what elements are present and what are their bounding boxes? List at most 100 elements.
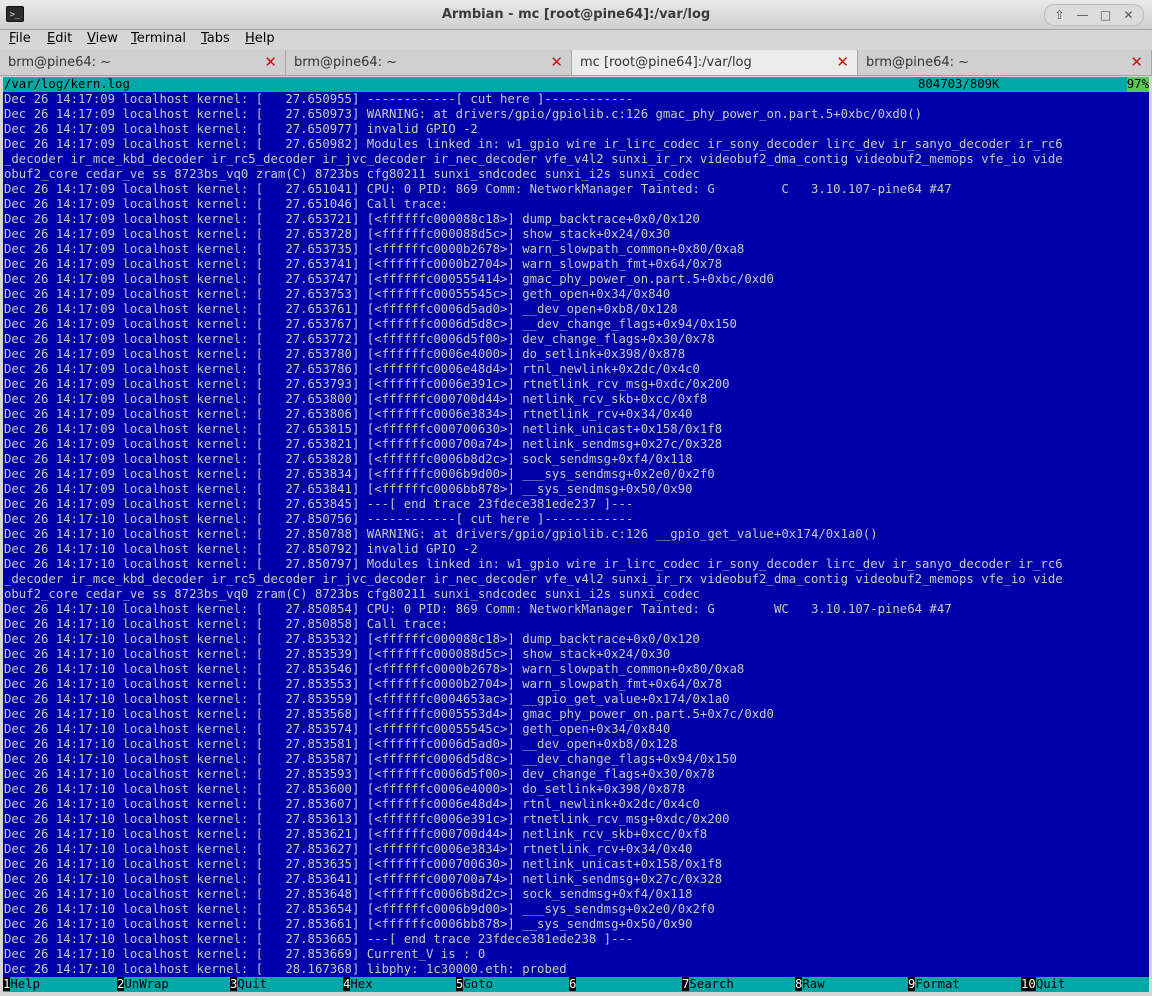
log-line: Dec 26 14:17:10 localhost kernel: [ 27.8… (4, 797, 700, 811)
log-line: Dec 26 14:17:09 localhost kernel: [ 27.6… (4, 272, 774, 286)
fkey-label: Hex (350, 977, 373, 991)
fkey-5[interactable]: 5Goto (456, 977, 569, 992)
fkey-label: Quit (1035, 977, 1066, 991)
tab-close-icon[interactable]: ✕ (264, 53, 277, 71)
log-line: Dec 26 14:17:10 localhost kernel: [ 27.8… (4, 932, 634, 946)
minimize-icon[interactable]: — (1072, 5, 1093, 25)
log-line: obuf2_core cedar_ve ss 8723bs_vq0 zram(C… (4, 167, 700, 181)
log-line: Dec 26 14:17:10 localhost kernel: [ 28.1… (4, 962, 567, 976)
log-line: Dec 26 14:17:09 localhost kernel: [ 27.6… (4, 332, 715, 346)
log-line: Dec 26 14:17:10 localhost kernel: [ 27.8… (4, 542, 478, 556)
menubar: File Edit View Terminal Tabs Help (0, 30, 1152, 50)
fkey-9[interactable]: 9Format (908, 977, 1021, 992)
menu-view[interactable]: View (87, 31, 118, 46)
log-line: Dec 26 14:17:09 localhost kernel: [ 27.6… (4, 317, 737, 331)
menu-help[interactable]: Help (245, 31, 275, 46)
fkey-7[interactable]: 7Search (682, 977, 795, 992)
log-line: Dec 26 14:17:10 localhost kernel: [ 27.8… (4, 527, 878, 541)
log-line: Dec 26 14:17:10 localhost kernel: [ 27.8… (4, 737, 678, 751)
log-line: Dec 26 14:17:10 localhost kernel: [ 27.8… (4, 602, 952, 616)
log-line: Dec 26 14:17:10 localhost kernel: [ 27.8… (4, 827, 708, 841)
log-line: Dec 26 14:17:09 localhost kernel: [ 27.6… (4, 362, 700, 376)
log-line: Dec 26 14:17:09 localhost kernel: [ 27.6… (4, 122, 478, 136)
fkey-number: 6 (569, 977, 577, 991)
tab-close-icon[interactable]: ✕ (1130, 53, 1143, 71)
fkey-label: Search (689, 977, 734, 991)
file-percent: 97% (1126, 77, 1149, 92)
scroll-up-icon[interactable]: ⇧ (1049, 5, 1070, 25)
fkey-2[interactable]: 2UnWrap (117, 977, 230, 992)
menu-tabs[interactable]: Tabs (201, 31, 230, 46)
terminal-view[interactable]: /var/log/kern.log 804703/809K 97% Dec 26… (3, 77, 1149, 992)
log-line: Dec 26 14:17:10 localhost kernel: [ 27.8… (4, 917, 693, 931)
log-line: Dec 26 14:17:09 localhost kernel: [ 27.6… (4, 482, 693, 496)
fkey-6[interactable]: 6 (569, 977, 682, 992)
menu-terminal[interactable]: Terminal (131, 31, 186, 46)
fkey-4[interactable]: 4Hex (343, 977, 456, 992)
menu-mnemonic: E (47, 31, 56, 46)
log-line: Dec 26 14:17:09 localhost kernel: [ 27.6… (4, 257, 723, 271)
fkey-label: Help (10, 977, 41, 991)
tab-1[interactable]: brm@pine64: ~ ✕ (0, 50, 286, 75)
menu-mnemonic: H (245, 31, 255, 46)
log-line: Dec 26 14:17:09 localhost kernel: [ 27.6… (4, 407, 693, 421)
close-icon[interactable]: ✕ (1118, 5, 1139, 25)
log-line: Dec 26 14:17:09 localhost kernel: [ 27.6… (4, 377, 730, 391)
fkey-label: Raw (802, 977, 825, 991)
log-line: Dec 26 14:17:09 localhost kernel: [ 27.6… (4, 437, 723, 451)
log-line: Dec 26 14:17:09 localhost kernel: [ 27.6… (4, 287, 671, 301)
log-line: Dec 26 14:17:10 localhost kernel: [ 27.8… (4, 782, 686, 796)
tab-label: brm@pine64: ~ (8, 55, 112, 70)
tab-3[interactable]: mc [root@pine64]:/var/log ✕ (572, 50, 858, 75)
tab-2[interactable]: brm@pine64: ~ ✕ (286, 50, 572, 75)
maximize-icon[interactable]: □ (1095, 5, 1116, 25)
tab-4[interactable]: brm@pine64: ~ ✕ (858, 50, 1152, 75)
viewer-status-bar: /var/log/kern.log 804703/809K 97% (3, 77, 1149, 92)
log-line: Dec 26 14:17:09 localhost kernel: [ 27.6… (4, 452, 693, 466)
fkey-label: Goto (463, 977, 494, 991)
window-titlebar[interactable]: >_ Armbian - mc [root@pine64]:/var/log ⇧… (0, 0, 1152, 30)
fkey-1[interactable]: 1Help (3, 977, 116, 992)
log-line: Dec 26 14:17:10 localhost kernel: [ 27.8… (4, 752, 737, 766)
tab-label: brm@pine64: ~ (294, 55, 398, 70)
log-line: obuf2_core cedar_ve ss 8723bs_vq0 zram(C… (4, 587, 700, 601)
fkey-3[interactable]: 3Quit (230, 977, 343, 992)
fkey-8[interactable]: 8Raw (795, 977, 908, 992)
menu-file[interactable]: File (9, 31, 31, 46)
fkey-label: Quit (237, 977, 268, 991)
log-line: Dec 26 14:17:09 localhost kernel: [ 27.6… (4, 137, 1063, 151)
tab-close-icon[interactable]: ✕ (836, 53, 849, 71)
log-line: Dec 26 14:17:09 localhost kernel: [ 27.6… (4, 197, 449, 211)
log-line: Dec 26 14:17:09 localhost kernel: [ 27.6… (4, 467, 715, 481)
menu-label: ile (15, 31, 31, 46)
menu-edit[interactable]: Edit (47, 31, 72, 46)
log-line: Dec 26 14:17:10 localhost kernel: [ 27.8… (4, 947, 486, 961)
log-line: Dec 26 14:17:10 localhost kernel: [ 27.8… (4, 722, 671, 736)
log-line: Dec 26 14:17:10 localhost kernel: [ 27.8… (4, 872, 723, 886)
tab-bar: brm@pine64: ~ ✕ brm@pine64: ~ ✕ mc [root@pin… (0, 50, 1152, 76)
log-line: Dec 26 14:17:09 localhost kernel: [ 27.6… (4, 422, 723, 436)
log-line: Dec 26 14:17:09 localhost kernel: [ 27.6… (4, 242, 745, 256)
fkey-10[interactable]: 10Quit (1021, 977, 1134, 992)
log-line: Dec 26 14:17:10 localhost kernel: [ 27.8… (4, 632, 700, 646)
log-line: Dec 26 14:17:09 localhost kernel: [ 27.6… (4, 182, 952, 196)
file-path: /var/log/kern.log (4, 77, 130, 91)
log-line: Dec 26 14:17:09 localhost kernel: [ 27.6… (4, 497, 634, 511)
log-line: Dec 26 14:17:10 localhost kernel: [ 27.8… (4, 707, 774, 721)
log-line: Dec 26 14:17:09 localhost kernel: [ 27.6… (4, 347, 686, 361)
tab-label: brm@pine64: ~ (866, 55, 970, 70)
fkey-number: 10 (1021, 977, 1036, 991)
log-line: Dec 26 14:17:10 localhost kernel: [ 27.8… (4, 857, 723, 871)
log-line: Dec 26 14:17:10 localhost kernel: [ 27.8… (4, 617, 449, 631)
tab-close-icon[interactable]: ✕ (550, 53, 563, 71)
log-line: Dec 26 14:17:09 localhost kernel: [ 27.6… (4, 92, 634, 106)
log-line: Dec 26 14:17:10 localhost kernel: [ 27.8… (4, 677, 723, 691)
log-line: Dec 26 14:17:10 localhost kernel: [ 27.8… (4, 902, 715, 916)
fkey-label: Format (915, 977, 960, 991)
log-content[interactable]: Dec 26 14:17:09 localhost kernel: [ 27.6… (4, 92, 1149, 977)
log-line: Dec 26 14:17:09 localhost kernel: [ 27.6… (4, 107, 923, 121)
window-title: Armbian - mc [root@pine64]:/var/log (441, 7, 711, 22)
tab-label: mc [root@pine64]:/var/log (580, 55, 752, 70)
menu-mnemonic: V (87, 31, 96, 46)
menu-label: dit (55, 31, 73, 46)
